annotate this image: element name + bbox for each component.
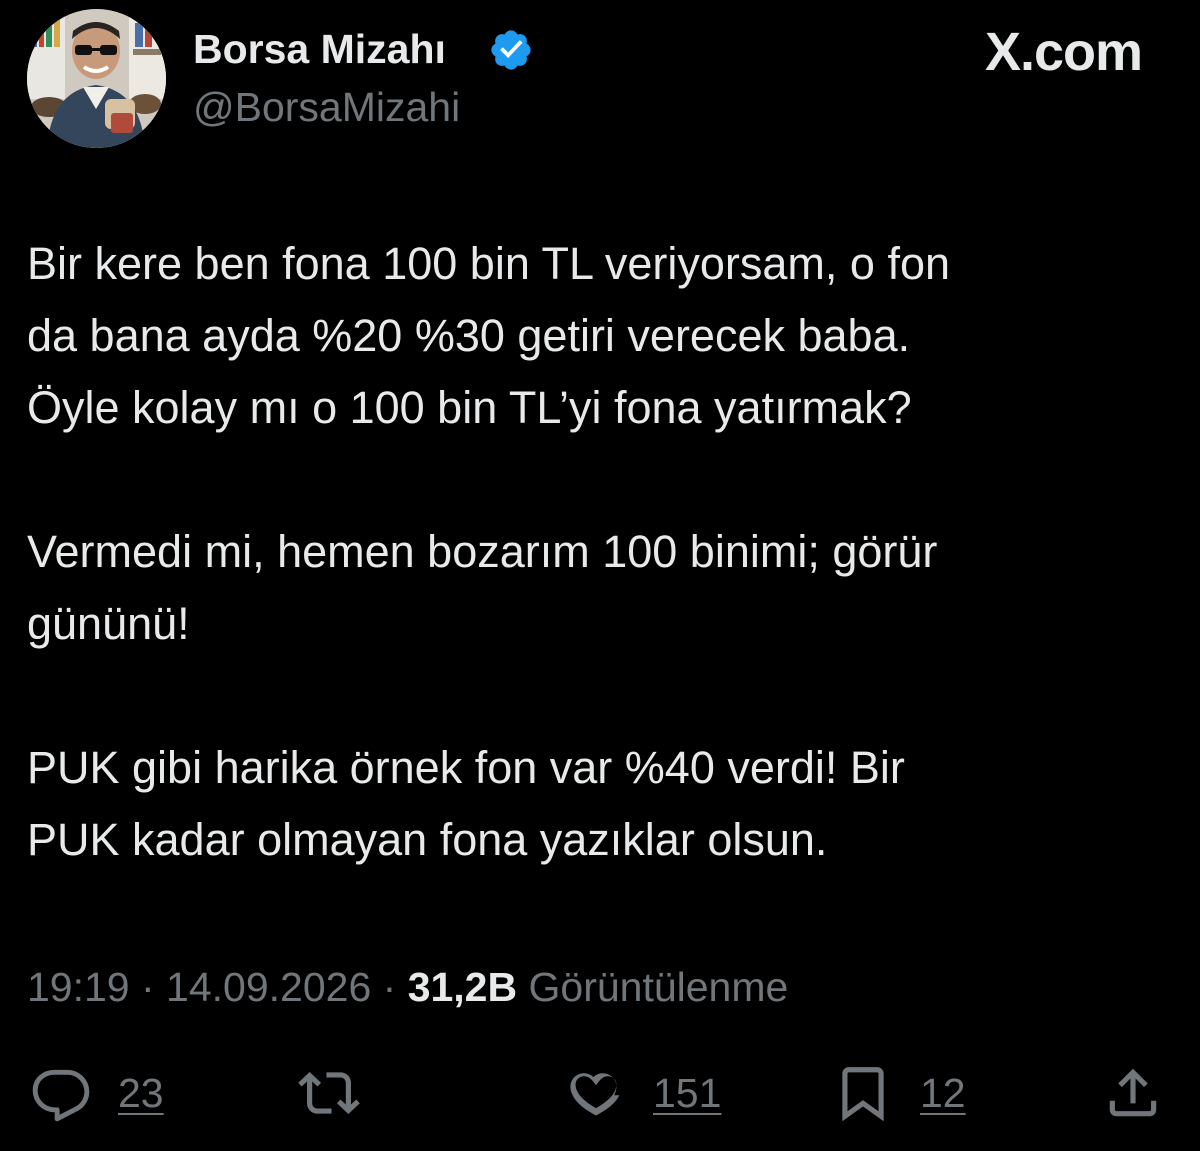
tweet-date[interactable]: 14.09.2026 (166, 964, 371, 1010)
views-label: Görüntülenme (517, 964, 789, 1010)
verified-badge-icon (491, 30, 531, 70)
bookmark-count[interactable]: 12 (920, 1070, 966, 1117)
tweet-meta: 19:19 · 14.09.2026 · 31,2B Görüntülenme (27, 962, 788, 1012)
profile-photo (27, 9, 166, 148)
meta-separator: · (371, 964, 408, 1010)
tweet-paragraph: PUK gibi harika örnek fon var %40 verdi!… (27, 742, 905, 865)
share-icon (1109, 1068, 1157, 1117)
brand-logo: X.com (984, 22, 1143, 82)
retweet-button[interactable] (298, 1058, 360, 1128)
tweet-text: Bir kere ben fona 100 bin TL veriyorsam,… (27, 228, 1167, 876)
heart-icon (570, 1073, 620, 1116)
reply-button[interactable]: 23 (30, 1058, 164, 1128)
tweet-paragraph: Vermedi mi, hemen bozarım 100 binimi; gö… (27, 526, 938, 649)
reply-count[interactable]: 23 (118, 1070, 164, 1117)
like-button[interactable]: 151 (565, 1058, 721, 1128)
bookmark-button[interactable]: 12 (832, 1058, 966, 1128)
meta-separator: · (129, 964, 167, 1010)
views-count[interactable]: 31,2B (408, 964, 517, 1010)
avatar[interactable] (27, 9, 166, 148)
like-count[interactable]: 151 (653, 1070, 721, 1117)
bookmark-icon (842, 1067, 884, 1122)
author-handle[interactable]: @BorsaMizahi (193, 82, 460, 132)
reply-icon (32, 1069, 90, 1122)
author-display-name[interactable]: Borsa Mizahı (193, 24, 446, 74)
share-button[interactable] (1102, 1058, 1164, 1128)
tweet-time[interactable]: 19:19 (27, 964, 130, 1010)
tweet-paragraph: Bir kere ben fona 100 bin TL veriyorsam,… (27, 238, 951, 433)
retweet-icon (298, 1072, 360, 1114)
action-bar: 23 151 12 (0, 1058, 1200, 1128)
